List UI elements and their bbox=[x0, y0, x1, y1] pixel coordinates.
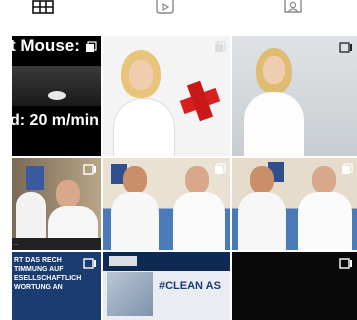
multi-image-icon bbox=[339, 40, 353, 58]
post-text: #CLEAN AS bbox=[159, 280, 221, 292]
person-face bbox=[129, 60, 153, 90]
mouse-image bbox=[48, 91, 66, 100]
post-tile[interactable]: ... bbox=[12, 158, 101, 250]
person-face bbox=[185, 166, 209, 194]
person-face bbox=[56, 180, 80, 208]
post-tile[interactable] bbox=[232, 252, 357, 320]
post-caption-top: t Mouse: bbox=[12, 36, 80, 55]
post-tile[interactable] bbox=[103, 36, 230, 156]
post-tile[interactable] bbox=[232, 158, 357, 250]
person-shirt bbox=[244, 92, 304, 156]
tab-tagged[interactable] bbox=[278, 0, 308, 22]
reels-icon bbox=[156, 0, 174, 14]
treadmill-image bbox=[12, 66, 101, 106]
tagged-icon bbox=[284, 0, 302, 13]
person-face bbox=[263, 56, 285, 84]
post-grid: t Mouse: d: 20 m/min ... RT DAS RECH TIM… bbox=[12, 36, 357, 320]
poster-image bbox=[26, 166, 44, 190]
post-text-line: TIMMUNG AUF bbox=[14, 266, 64, 273]
multi-image-icon bbox=[83, 162, 97, 180]
multi-image-icon bbox=[214, 40, 226, 58]
person-shirt bbox=[298, 192, 352, 250]
machine-image bbox=[107, 272, 153, 316]
person-shirt bbox=[111, 192, 159, 250]
brand-logo bbox=[109, 256, 137, 266]
multi-image-icon bbox=[214, 162, 226, 180]
person-face bbox=[250, 166, 274, 194]
post-tile[interactable]: RT DAS RECH TIMMUNG AUF ESELLSCHAFTLICH … bbox=[12, 252, 101, 320]
person-shirt bbox=[113, 98, 175, 156]
post-text-line: WORTUNG AN bbox=[14, 284, 63, 291]
post-caption-bottom: d: 20 m/min bbox=[12, 112, 99, 129]
profile-tab-bar bbox=[0, 0, 357, 36]
person-face bbox=[312, 166, 336, 194]
multi-image-icon bbox=[85, 40, 97, 58]
post-text-line: ESELLSCHAFTLICH bbox=[14, 275, 82, 282]
person-face bbox=[123, 166, 147, 194]
person-shirt bbox=[173, 192, 225, 250]
multi-image-icon bbox=[339, 256, 353, 274]
multi-image-icon bbox=[83, 256, 97, 274]
post-tile[interactable] bbox=[103, 158, 230, 250]
grid-icon bbox=[32, 0, 54, 14]
post-tile[interactable]: t Mouse: d: 20 m/min bbox=[12, 36, 101, 156]
person-shirt bbox=[238, 192, 286, 250]
multi-image-icon bbox=[341, 162, 353, 180]
post-bottom-strip: ... bbox=[12, 238, 101, 250]
post-tile[interactable]: #CLEAN AS bbox=[103, 252, 230, 320]
post-tile[interactable] bbox=[232, 36, 357, 156]
tab-grid[interactable] bbox=[28, 0, 58, 22]
tab-reels[interactable] bbox=[150, 0, 180, 22]
post-text-line: RT DAS RECH bbox=[14, 257, 62, 264]
